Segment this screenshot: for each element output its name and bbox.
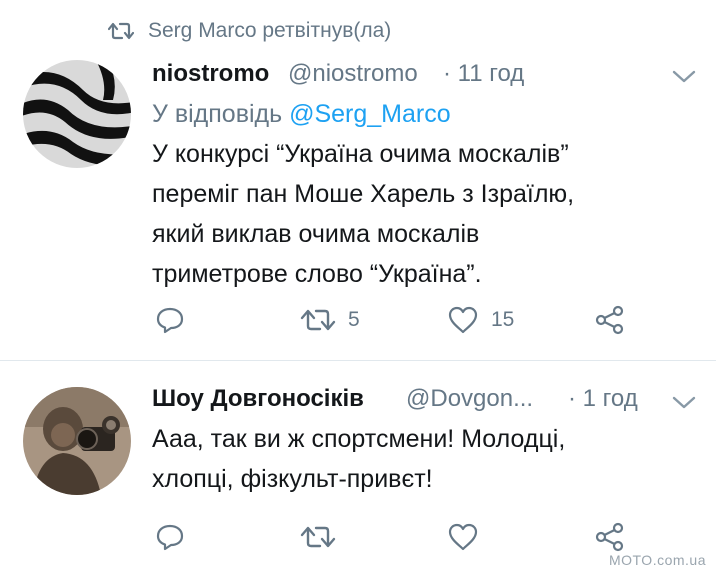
reply-to-line: У відповідь @Serg_Marco — [152, 100, 451, 129]
heart-icon — [448, 523, 478, 551]
reply-to-prefix: У відповідь — [152, 100, 283, 128]
share-button[interactable] — [594, 304, 626, 336]
avatar-cameraman[interactable] — [23, 387, 131, 495]
avatar-zebra[interactable] — [23, 60, 131, 168]
like-button[interactable]: 15 — [447, 306, 514, 334]
reply-button[interactable] — [155, 523, 185, 551]
share-icon — [595, 522, 624, 552]
retweet-banner-text: Serg Marco ретвітнув(ла) — [148, 19, 392, 42]
tweet-author-name[interactable]: Шоу Довгоносіків — [152, 385, 364, 413]
retweet-icon — [300, 309, 336, 331]
retweet-icon — [108, 22, 134, 40]
like-count: 15 — [491, 308, 515, 331]
tweet-text-line: хлопці, фізкульт-привєт! — [152, 465, 433, 493]
tweet-time[interactable]: · 11 год — [443, 60, 524, 88]
like-button[interactable] — [447, 523, 479, 551]
tweet-time[interactable]: · 1 год — [568, 385, 638, 413]
tweet-author-handle[interactable]: @niostromo — [288, 60, 418, 88]
reply-to-handle-link[interactable]: @Serg_Marco — [289, 100, 451, 128]
tweet-divider — [0, 360, 716, 361]
chevron-down-icon[interactable] — [672, 70, 696, 89]
retweet-button[interactable] — [300, 523, 336, 551]
tweet-author-handle[interactable]: @Dovgon... — [406, 385, 533, 413]
tweet-text-line: Ааа, так ви ж спортсмени! Молодці, — [152, 425, 566, 453]
reply-button[interactable] — [155, 306, 185, 334]
watermark: MOTO.com.ua — [608, 552, 706, 568]
tweet-text: У конкурсі “Україна очима москалів” пере… — [152, 134, 692, 294]
reply-icon — [156, 524, 184, 551]
retweet-button[interactable]: 5 — [300, 306, 360, 334]
share-button[interactable] — [594, 521, 626, 553]
chevron-down-icon[interactable] — [672, 396, 696, 415]
tweet-text: Ааа, так ви ж спортсмени! Молодці, хлопц… — [152, 419, 692, 499]
tweet-text-line: який виклав очима москалів — [152, 220, 480, 248]
retweet-count: 5 — [348, 308, 360, 331]
heart-icon — [448, 306, 478, 334]
tweet-author-name[interactable]: niostromo — [152, 60, 269, 88]
reply-icon — [156, 307, 184, 334]
tweet-text-line: триметрове слово “Україна”. — [152, 260, 482, 288]
tweet-text-line: переміг пан Моше Харель з Ізраїлю, — [152, 180, 575, 208]
retweet-icon — [300, 526, 336, 548]
share-icon — [595, 305, 624, 335]
retweet-banner: Serg Marco ретвітнув(ла) — [108, 18, 391, 44]
tweet-text-line: У конкурсі “Україна очима москалів” — [152, 140, 569, 168]
